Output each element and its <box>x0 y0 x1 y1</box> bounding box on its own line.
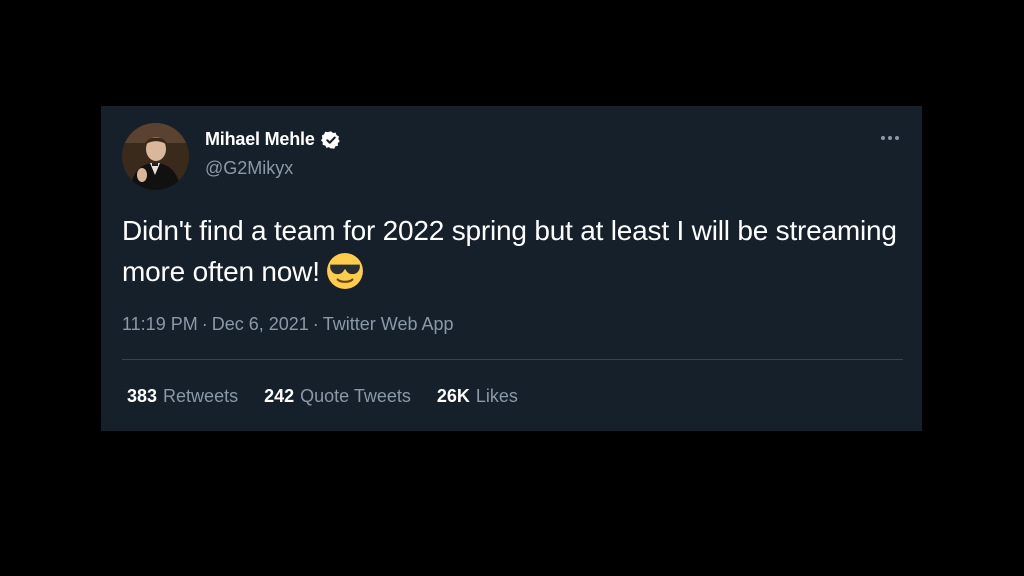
likes-count: 26K <box>436 386 470 406</box>
tweet-source[interactable]: Twitter Web App <box>323 314 454 334</box>
likes-label: Likes <box>475 386 518 406</box>
author-handle[interactable]: @G2Mikyx <box>205 158 293 179</box>
quote-tweets-label: Quote Tweets <box>300 386 411 406</box>
retweets-count: 383 <box>127 386 158 406</box>
avatar[interactable] <box>122 123 189 190</box>
tweet-date[interactable]: Dec 6, 2021 <box>212 314 309 334</box>
tweet-card: Mihael Mehle @G2Mikyx Didn't find a team… <box>101 106 922 431</box>
likes-stat[interactable]: 26K Likes <box>437 386 518 407</box>
author-name-row[interactable]: Mihael Mehle <box>205 129 341 150</box>
tweet-time[interactable]: 11:19 PM <box>122 314 198 334</box>
meta-separator: · <box>201 314 208 334</box>
verified-badge-icon <box>320 130 341 150</box>
meta-separator: · <box>312 314 319 334</box>
tweet-text-content: Didn't find a team for 2022 spring but a… <box>122 215 897 287</box>
retweets-stat[interactable]: 383 Retweets <box>127 386 238 407</box>
quote-tweets-count: 242 <box>264 386 295 406</box>
more-options-icon[interactable] <box>877 128 903 148</box>
retweets-label: Retweets <box>163 386 239 406</box>
divider <box>122 359 903 360</box>
sunglasses-emoji-icon <box>326 252 364 290</box>
tweet-stats: 383 Retweets 242 Quote Tweets 26K Likes <box>127 386 518 407</box>
tweet-meta: 11:19 PM · Dec 6, 2021 · Twitter Web App <box>122 314 454 335</box>
author-display-name[interactable]: Mihael Mehle <box>205 129 315 150</box>
avatar-image <box>122 123 189 190</box>
tweet-text: Didn't find a team for 2022 spring but a… <box>122 210 902 292</box>
quote-tweets-stat[interactable]: 242 Quote Tweets <box>264 386 411 407</box>
